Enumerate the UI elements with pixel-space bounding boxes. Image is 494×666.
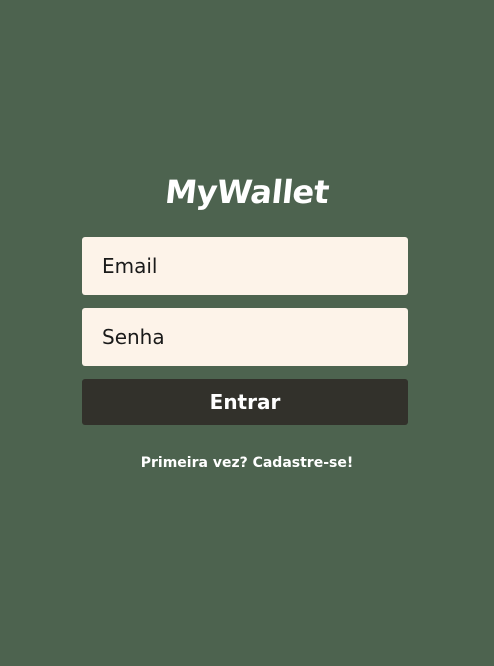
app-logo: MyWallet <box>163 173 331 211</box>
login-button[interactable]: Entrar <box>82 379 408 425</box>
signup-link[interactable]: Primeira vez? Cadastre-se! <box>0 453 494 473</box>
email-input[interactable] <box>82 237 408 295</box>
password-input[interactable] <box>82 308 408 366</box>
